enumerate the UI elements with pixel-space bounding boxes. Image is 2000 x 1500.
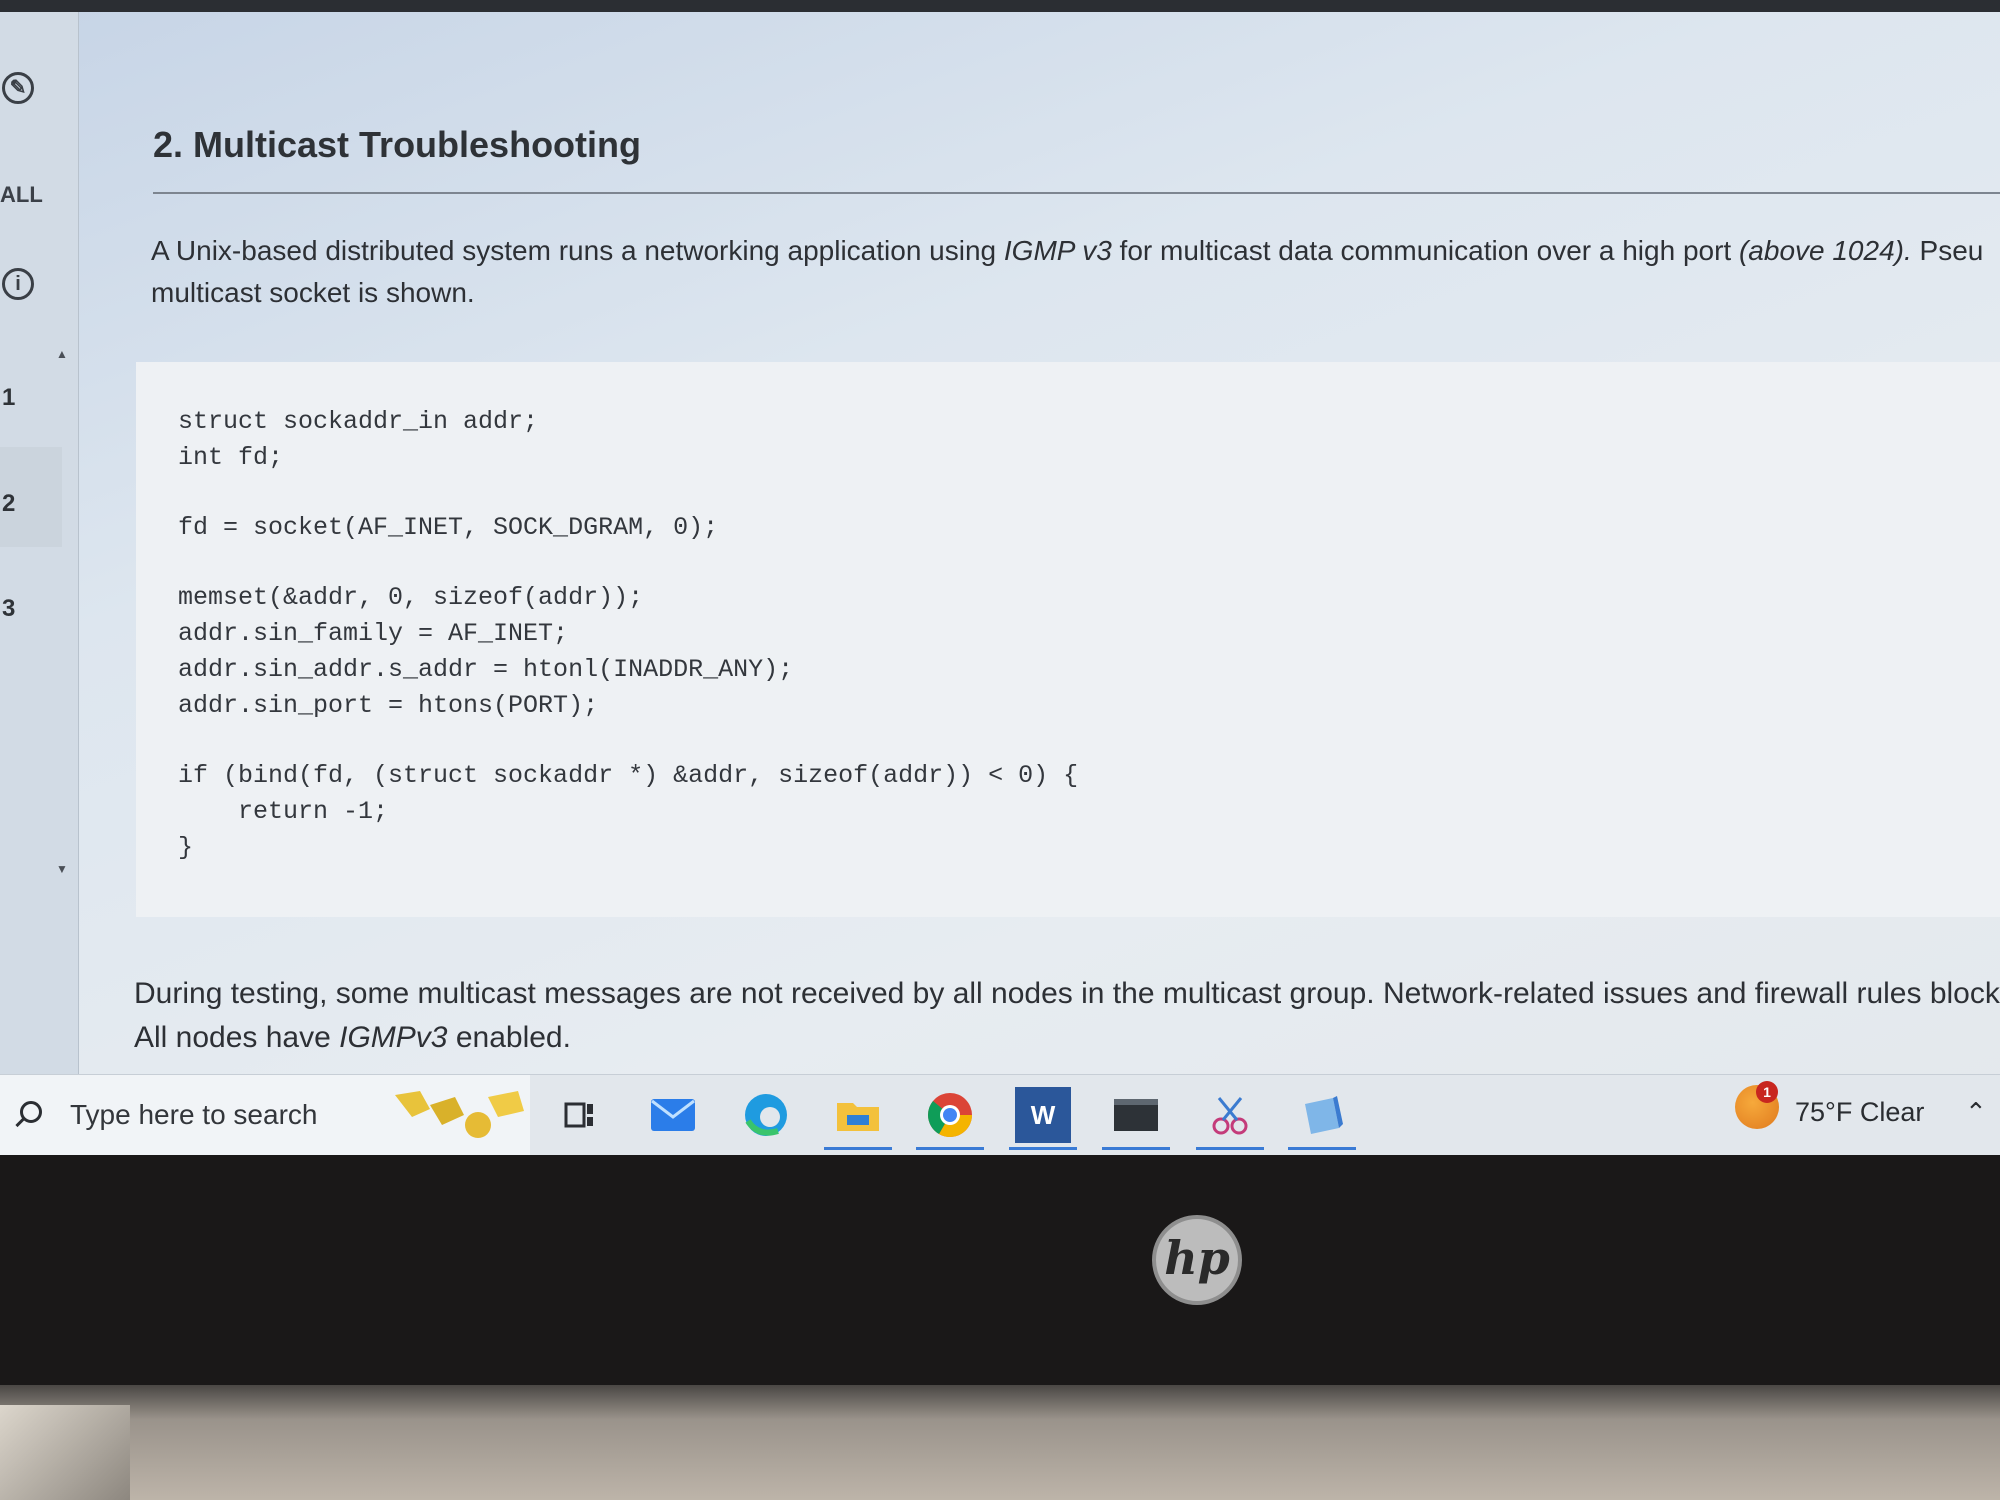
info-icon[interactable]: i: [2, 268, 34, 300]
question-title: 2. Multicast Troubleshooting: [153, 124, 642, 165]
chrome-icon[interactable]: [922, 1087, 978, 1143]
taskbar-search-box[interactable]: Type here to search: [0, 1075, 530, 1155]
word-icon[interactable]: W: [1015, 1087, 1071, 1143]
active-indicator: [1288, 1147, 1356, 1150]
rail-question-2[interactable]: 2: [2, 490, 15, 518]
weather-notification-badge: 1: [1756, 1081, 1778, 1103]
active-indicator: [824, 1147, 892, 1150]
rail-question-3[interactable]: 3: [2, 595, 15, 623]
code-line: addr.sin_addr.s_addr = htonl(INADDR_ANY)…: [178, 655, 794, 684]
note-line2-pre: All nodes have: [134, 1021, 340, 1054]
task-view-icon[interactable]: [552, 1087, 608, 1143]
active-indicator: [916, 1147, 984, 1150]
code-line: fd = socket(AF_INET, SOCK_DGRAM, 0);: [178, 513, 719, 542]
rail-question-1[interactable]: 1: [2, 384, 15, 412]
question-content: 2. Multicast Troubleshooting A Unix-base…: [78, 12, 2000, 1074]
question-navigation-rail: ✎ ALL i ▲ 1 2 3 ▼: [0, 12, 79, 1074]
laptop-base: [0, 1385, 2000, 1500]
note-line1: During testing, some multicast messages …: [134, 977, 2000, 1010]
notepad-icon[interactable]: [1294, 1087, 1350, 1143]
compass-icon[interactable]: ✎: [2, 72, 34, 104]
intro-text-2: for multicast data communication over a …: [1111, 235, 1739, 266]
intro-text-1: A Unix-based distributed system runs a n…: [151, 235, 1004, 266]
code-line: if (bind(fd, (struct sockaddr *) &addr, …: [178, 761, 1079, 790]
file-explorer-icon[interactable]: [830, 1087, 886, 1143]
code-line: return -1;: [178, 797, 389, 826]
screen: ✎ ALL i ▲ 1 2 3 ▼ 2. Multicast Troublesh…: [0, 0, 2000, 1155]
edge-icon[interactable]: [738, 1087, 794, 1143]
snipping-tool-icon[interactable]: [1202, 1087, 1258, 1143]
intro-text-3: Pseu: [1911, 235, 1984, 266]
tray-chevron-up-icon[interactable]: ⌃: [1965, 1097, 1987, 1128]
mail-icon[interactable]: [645, 1087, 701, 1143]
question-intro: A Unix-based distributed system runs a n…: [151, 230, 2000, 314]
active-indicator: [1009, 1147, 1077, 1150]
question-note: During testing, some multicast messages …: [134, 972, 2000, 1060]
code-line: }: [178, 833, 194, 862]
active-indicator: [1102, 1147, 1170, 1150]
code-line: int fd;: [178, 443, 284, 472]
note-igmpv3-term: IGMPv3: [339, 1021, 448, 1054]
taskbar: Type here to search W 1 75°F Clear ⌃: [0, 1074, 2000, 1155]
laptop-hinge: [0, 1405, 130, 1500]
code-line: struct sockaddr_in addr;: [178, 407, 539, 436]
intro-text-line2: multicast socket is shown.: [151, 277, 475, 308]
intro-igmp-term: IGMP v3: [1003, 235, 1112, 266]
search-icon: [20, 1101, 42, 1123]
screen-top-edge: [0, 0, 2000, 12]
rail-all-label[interactable]: ALL: [0, 182, 43, 208]
rail-scroll-up-icon[interactable]: ▲: [56, 347, 68, 361]
active-indicator: [1196, 1147, 1264, 1150]
title-divider: [153, 192, 2000, 194]
intro-port-term: (above 1024).: [1738, 235, 1912, 266]
terminal-icon[interactable]: [1108, 1087, 1164, 1143]
rail-scroll-down-icon[interactable]: ▼: [56, 862, 68, 876]
code-line: addr.sin_port = htons(PORT);: [178, 691, 599, 720]
search-highlight-image: [390, 1087, 530, 1143]
weather-status[interactable]: 75°F Clear: [1795, 1097, 1924, 1128]
search-placeholder[interactable]: Type here to search: [70, 1099, 317, 1131]
code-line: memset(&addr, 0, sizeof(addr));: [178, 583, 644, 612]
note-line2-post: enabled.: [447, 1021, 571, 1054]
code-snippet: struct sockaddr_in addr; int fd; fd = so…: [136, 362, 2000, 917]
code-line: addr.sin_family = AF_INET;: [178, 619, 569, 648]
hp-logo: hp: [1152, 1215, 1242, 1305]
